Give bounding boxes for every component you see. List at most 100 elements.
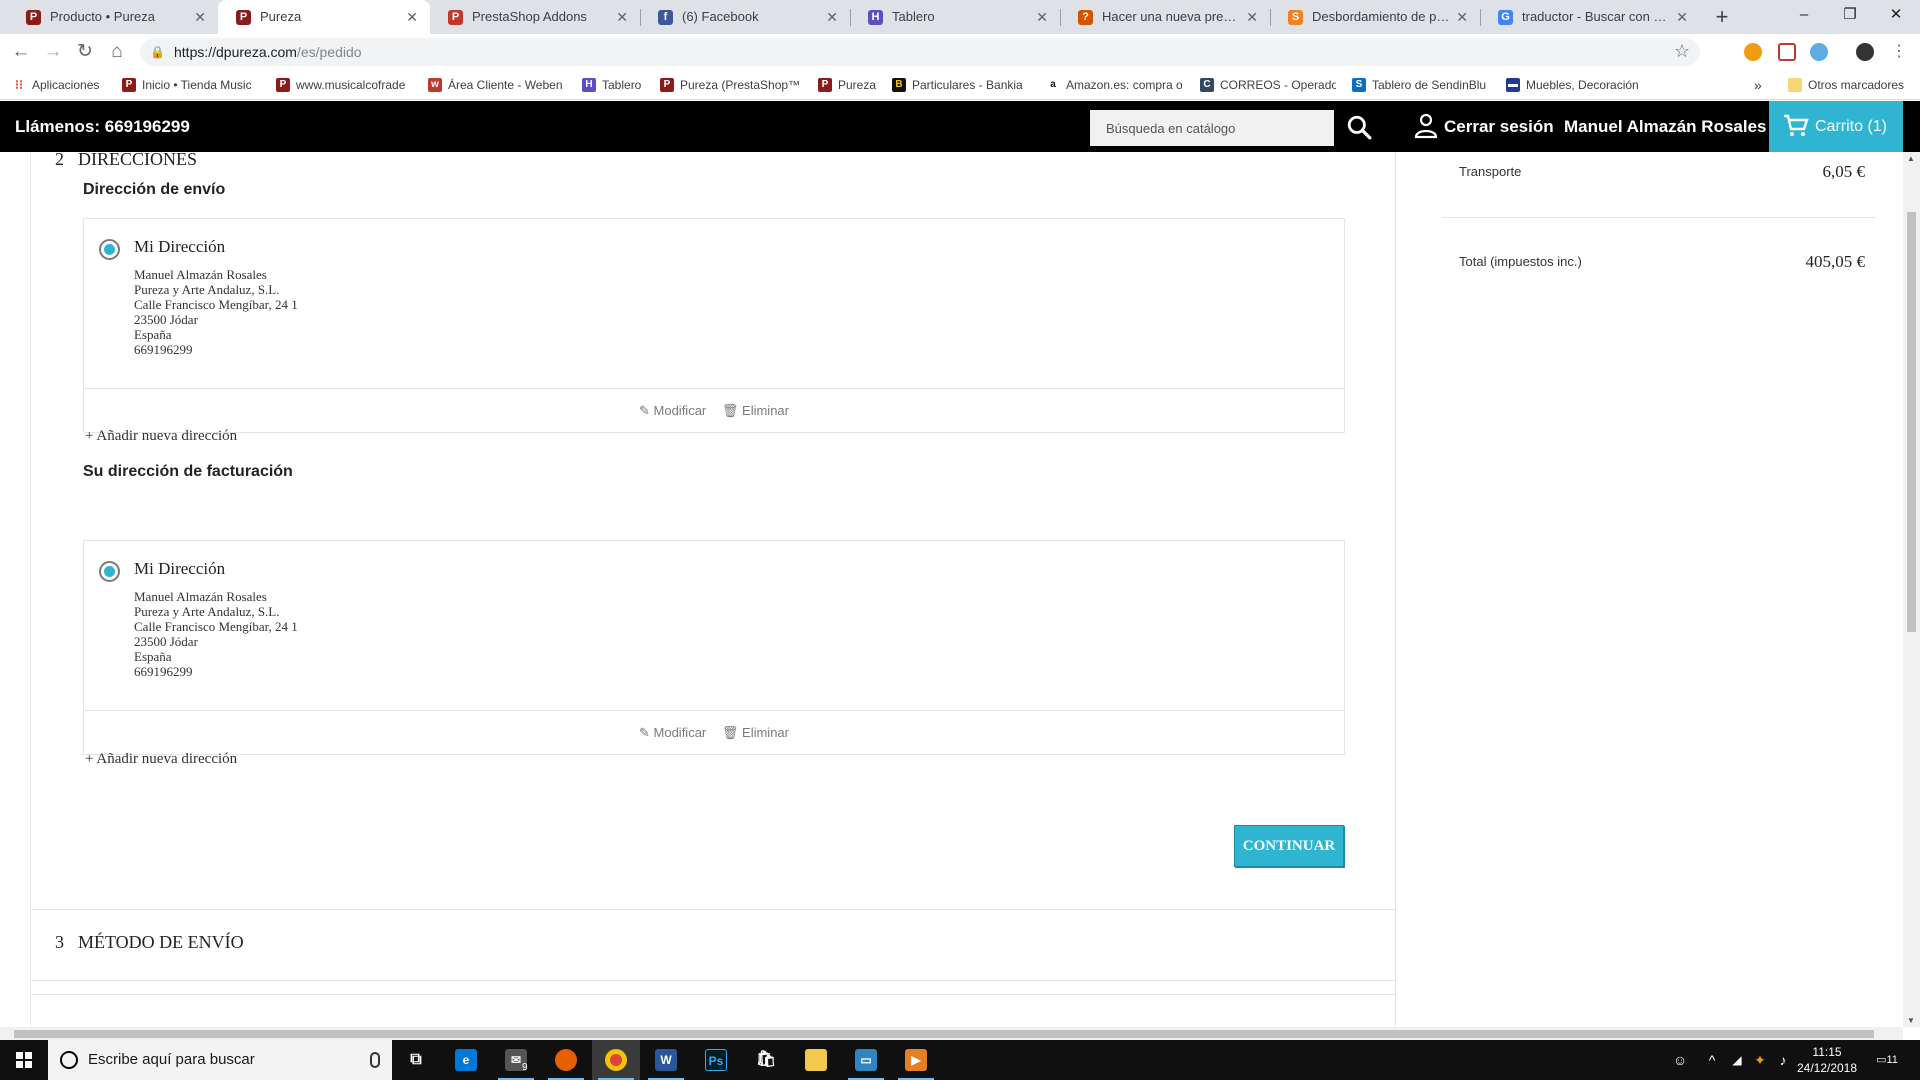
tab-traductor[interactable]: G traductor - Buscar con Goo ✕ [1480,0,1700,34]
store-taskbar-button[interactable]: 🛍 [742,1040,790,1080]
chrome-taskbar-button[interactable] [592,1040,640,1080]
show-hidden-icons[interactable]: ^ [1702,1040,1722,1080]
tab-label: Hacer una nueva pregunta [1102,9,1256,24]
mail-taskbar-button[interactable]: ✉ 9 [492,1040,540,1080]
avast-icon[interactable]: ✦ [1750,1040,1770,1080]
close-tab-icon[interactable]: ✕ [1246,0,1258,34]
edge-taskbar-button[interactable]: e [442,1040,490,1080]
edit-address-link[interactable]: ✎ Modificar [639,389,706,432]
reload-button[interactable]: ↻ [72,39,98,65]
home-button[interactable]: ⌂ [104,39,130,65]
close-tab-icon[interactable]: ✕ [1456,0,1468,34]
search-input[interactable] [1090,110,1334,146]
extension-cloud-icon[interactable] [1810,43,1828,61]
shipping-address-radio[interactable] [99,239,120,260]
user-icon [1414,113,1438,139]
taskbar-search[interactable]: Escribe aquí para buscar [48,1040,392,1080]
scrollbar-thumb[interactable] [1907,212,1916,632]
media-taskbar-button[interactable]: ▶ [892,1040,940,1080]
address-line: 669196299 [134,664,193,679]
system-clock[interactable]: 11:15 24/12/2018 [1792,1044,1862,1076]
tab-facebook[interactable]: f (6) Facebook ✕ [640,0,850,34]
close-tab-icon[interactable]: ✕ [406,0,418,34]
bookmark-item[interactable]: ▬ Muebles, Decoración [1506,70,1644,100]
bookmark-item[interactable]: w Área Cliente - Weben [428,70,564,100]
continue-button[interactable]: CONTINUAR [1234,825,1344,867]
bookmark-item[interactable]: B Particulares - Bankia [892,70,1028,100]
horizontal-scrollbar[interactable] [0,1027,1903,1040]
bookmark-item[interactable]: P Pureza (PrestaShop™ [660,70,832,100]
add-billing-address-link[interactable]: + Añadir nueva dirección [85,751,237,768]
photoshop-taskbar-button[interactable]: Ps [692,1040,740,1080]
delete-address-link[interactable]: 🗑 Eliminar [722,389,789,432]
restore-button[interactable]: ❐ [1827,0,1873,30]
close-tab-icon[interactable]: ✕ [1676,0,1688,34]
windows-start-icon[interactable] [0,1040,48,1080]
remote-taskbar-button[interactable]: ▭ [842,1040,890,1080]
back-button[interactable]: ← [8,39,34,65]
firefox-taskbar-button[interactable] [542,1040,590,1080]
address-alias: Mi Dirección [134,237,226,256]
scroll-down-arrow[interactable]: ▼ [1907,1016,1915,1025]
vertical-scrollbar[interactable]: ▲ ▼ [1903,152,1920,1027]
shipping-address-card[interactable]: Mi Dirección Manuel Almazán Rosales Pure… [83,218,1345,433]
scrollbar-thumb[interactable] [14,1030,1874,1038]
action-center-button[interactable]: ▭11 [1870,1040,1904,1080]
delete-address-link[interactable]: 🗑 Eliminar [722,711,789,754]
close-tab-icon[interactable]: ✕ [1036,0,1048,34]
tab-prestashop-addons[interactable]: P PrestaShop Addons ✕ [430,0,640,34]
scroll-up-arrow[interactable]: ▲ [1907,154,1915,163]
add-shipping-address-link[interactable]: + Añadir nueva dirección [85,428,237,445]
explorer-taskbar-button[interactable] [792,1040,840,1080]
account-name-link[interactable]: Manuel Almazán Rosales [1564,101,1767,152]
task-view-icon: ⧉ [410,1051,422,1068]
bookmark-apps[interactable]: ⁝⁝ Aplicaciones [12,70,112,100]
tab-stackoverflow[interactable]: S Desbordamiento de pila: do ✕ [1270,0,1480,34]
extension-shield-icon[interactable] [1778,43,1796,61]
bookmark-item[interactable]: H Tablero [582,70,662,100]
bookmarks-overflow-button[interactable]: » [1754,70,1770,100]
billing-address-card[interactable]: Mi Dirección Manuel Almazán Rosales Pure… [83,540,1345,755]
volume-icon[interactable]: ♪ [1772,1040,1794,1080]
logout-link[interactable]: Cerrar sesión [1414,101,1554,152]
task-view-button[interactable]: ⧉ [392,1040,440,1080]
menu-dots-icon[interactable]: ⋮ [1886,39,1912,65]
shipping-cost-label: Transporte [1459,164,1522,179]
muebles-icon: ▬ [1506,78,1520,92]
bookmark-item[interactable]: Pwww.musicalcofrade [276,70,408,100]
bookmark-star-icon[interactable]: ☆ [1674,41,1690,62]
site-header: Llámenos: 669196299 Cerrar sesión Manuel… [0,101,1920,152]
edit-address-link[interactable]: ✎ Modificar [639,711,706,754]
sendinblue-icon: S [1352,78,1366,92]
close-tab-icon[interactable]: ✕ [616,0,628,34]
minimize-button[interactable]: – [1781,0,1827,30]
other-bookmarks[interactable]: Otros marcadores [1788,70,1918,100]
close-window-button[interactable]: ✕ [1873,0,1919,30]
close-tab-icon[interactable]: ✕ [826,0,838,34]
address-alias: Mi Dirección [134,559,226,578]
step-title-addresses[interactable]: 2 DIRECCIONES [55,152,197,170]
forward-button[interactable]: → [40,39,66,65]
address-bar[interactable]: 🔒 https://dpureza.com/es/pedido ☆ [140,38,1700,66]
bookmark-item[interactable]: P Inicio • Tienda Music [122,70,254,100]
tab-producto-pureza[interactable]: P Producto • Pureza ✕ [8,0,218,34]
address-actions: ✎ Modificar 🗑 Eliminar [84,389,1344,432]
tab-tablero[interactable]: H Tablero ✕ [850,0,1060,34]
bookmark-item[interactable]: S Tablero de SendinBlu [1352,70,1490,100]
word-taskbar-button[interactable]: W [642,1040,690,1080]
network-icon[interactable]: ◢ [1726,1040,1748,1080]
new-tab-button[interactable]: + [1708,3,1736,31]
profile-avatar[interactable] [1856,43,1874,61]
search-icon[interactable] [1346,114,1372,140]
shipping-method-step[interactable]: 3 MÉTODO DE ENVÍO [30,909,1396,981]
tab-pureza[interactable]: P Pureza ✕ [218,0,430,34]
billing-address-radio[interactable] [99,561,120,582]
bookmark-item[interactable]: a Amazon.es: compra o [1046,70,1182,100]
people-icon[interactable]: ☺ [1668,1040,1692,1080]
close-tab-icon[interactable]: ✕ [194,0,206,34]
extension-key-icon[interactable] [1744,43,1762,61]
cart-button[interactable]: Carrito (1) [1769,101,1903,152]
bookmark-item[interactable]: C CORREOS - Operado [1200,70,1336,100]
microphone-icon[interactable] [370,1052,380,1068]
tab-hacer-pregunta[interactable]: ? Hacer una nueva pregunta ✕ [1060,0,1270,34]
